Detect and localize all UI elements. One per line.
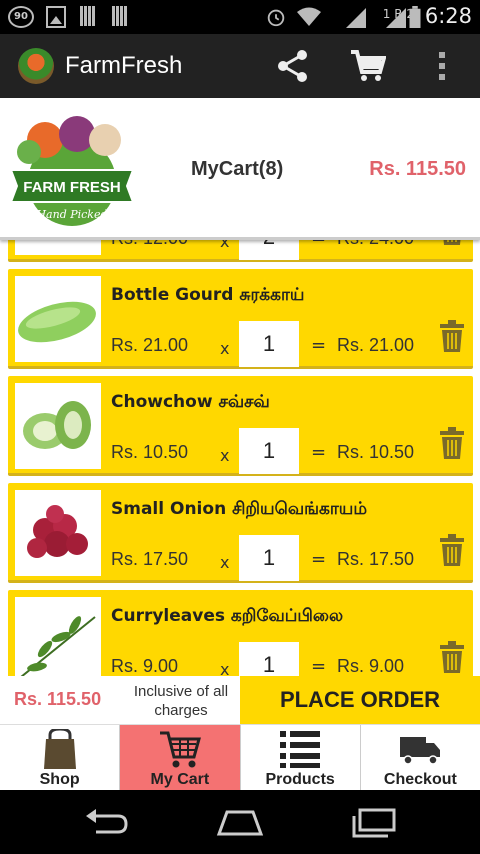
- item-subtotal: Rs. 24.00: [337, 240, 414, 249]
- share-icon[interactable]: [275, 48, 311, 84]
- product-image: [15, 240, 101, 255]
- cart-total: Rs. 115.50: [369, 158, 466, 180]
- back-button-icon[interactable]: [82, 806, 132, 838]
- unit-price: Rs. 21.00: [111, 335, 189, 355]
- multiply-sign: x: [220, 240, 230, 251]
- nav-label-checkout: Checkout: [383, 771, 457, 788]
- unit-price: Rs. 12.00: [111, 240, 188, 249]
- product-image: [15, 490, 101, 576]
- quantity-input[interactable]: [239, 642, 299, 676]
- recent-apps-button-icon[interactable]: [350, 806, 400, 838]
- nav-label-products: Products: [265, 771, 335, 788]
- quantity-input[interactable]: [239, 535, 299, 581]
- app-title: FarmFresh: [65, 52, 183, 79]
- cart-title: MyCart(8): [191, 158, 284, 180]
- system-nav-bar: [0, 790, 480, 854]
- cart-item[interactable]: Chowchow சவ்சவ் Rs. 10.50 x = Rs. 10.50: [8, 376, 473, 476]
- product-image: [15, 597, 101, 676]
- item-subtotal: Rs. 17.50: [337, 549, 415, 569]
- nav-label-my-cart: My Cart: [150, 771, 210, 788]
- multiply-sign: x: [220, 339, 230, 358]
- cell-signal-icon-2: [386, 8, 406, 28]
- cart-item[interactable]: Small Onion சிறியவெங்காயம் Rs. 17.50 x = Rs.…: [8, 483, 473, 583]
- battery-saver-badge: 90: [8, 6, 34, 28]
- cart-item[interactable]: Bottle Gourd சுரக்காய் Rs. 21.00 x = Rs. 21.…: [8, 269, 473, 369]
- item-subtotal: Rs. 21.00: [337, 335, 415, 355]
- product-name: Bottle Gourd சுரக்காய்: [111, 285, 305, 305]
- cart-header: FARM FRESH Hand Picked MyCart(8) Rs. 115…: [0, 98, 480, 240]
- wifi-icon: [297, 7, 321, 26]
- action-bar: FarmFresh: [0, 34, 480, 98]
- equals-sign: =: [311, 335, 327, 356]
- logo-text: FARM FRESH: [23, 179, 121, 196]
- product-image: [15, 276, 101, 362]
- cart-item-list-inner: Rs. 12.00 x = Rs. 24.00 Bottle Gourd சுரக்கா…: [8, 240, 473, 676]
- multiply-sign: x: [220, 553, 230, 572]
- cart-item[interactable]: Rs. 12.00 x = Rs. 24.00: [8, 240, 473, 262]
- cell-signal-icon: [346, 8, 366, 28]
- equals-sign: =: [311, 549, 327, 570]
- product-image: [15, 383, 101, 469]
- delete-icon[interactable]: [440, 240, 464, 245]
- equals-sign: =: [311, 656, 327, 676]
- overflow-menu-icon[interactable]: [436, 50, 448, 82]
- barcode-notification-icon-2: [112, 6, 130, 28]
- order-summary-bar: Rs. 115.50 Inclusive of all charges PLAC…: [0, 676, 480, 724]
- item-subtotal: Rs. 10.50: [337, 442, 415, 462]
- delivery-truck-icon: [400, 737, 441, 765]
- cart-icon[interactable]: [350, 50, 386, 82]
- nav-tab-my-cart[interactable]: My Cart: [120, 725, 241, 791]
- quantity-input[interactable]: [239, 321, 299, 367]
- nav-tab-checkout[interactable]: Checkout: [361, 725, 480, 791]
- unit-price: Rs. 17.50: [111, 549, 189, 569]
- quantity-input[interactable]: [239, 428, 299, 474]
- item-subtotal: Rs. 9.00: [337, 656, 405, 676]
- multiply-sign: x: [220, 446, 230, 465]
- quantity-input[interactable]: [239, 240, 299, 260]
- clock: 6:28: [424, 4, 472, 28]
- logo-subtext: Hand Picked: [35, 208, 107, 221]
- product-name: Chowchow சவ்சவ்: [111, 392, 270, 412]
- battery-icon: [409, 6, 421, 28]
- delete-icon[interactable]: [440, 320, 464, 352]
- list-icon: [280, 731, 321, 768]
- delete-icon[interactable]: [440, 427, 464, 459]
- delete-icon[interactable]: [440, 641, 464, 673]
- nav-tab-shop[interactable]: Shop: [0, 725, 121, 791]
- cart-icon: [159, 731, 201, 768]
- summary-total: Rs. 115.50: [14, 689, 102, 709]
- image-notification-icon: [46, 6, 66, 28]
- equals-sign: =: [311, 240, 326, 249]
- unit-price: Rs. 10.50: [111, 442, 189, 462]
- unit-price: Rs. 9.00: [111, 656, 179, 676]
- product-name: Small Onion சிறியவெங்காயம்: [111, 499, 368, 519]
- app-screen: 90 1 R 2 6:28 FarmFresh FARM FRESH Hand …: [0, 0, 480, 854]
- cart-item[interactable]: Curryleaves கறிவேப்பிலை Rs. 9.00 x = Rs. 9.0…: [8, 590, 473, 676]
- app-logo-icon[interactable]: [18, 48, 54, 84]
- nav-tab-products[interactable]: Products: [241, 725, 361, 791]
- cart-item-list[interactable]: Rs. 12.00 x = Rs. 24.00 Bottle Gourd சுரக்கா…: [0, 240, 480, 676]
- home-button-icon[interactable]: [215, 806, 265, 838]
- nav-label-shop: Shop: [39, 771, 80, 788]
- summary-note: Inclusive of all charges: [133, 683, 229, 719]
- place-order-button[interactable]: PLACE ORDER: [240, 676, 480, 724]
- shopping-bag-icon: [43, 729, 76, 769]
- multiply-sign: x: [220, 660, 230, 676]
- delete-icon[interactable]: [440, 534, 464, 566]
- alarm-icon: [267, 9, 285, 27]
- bottom-nav: Shop My Cart Products Checkout: [0, 724, 480, 791]
- status-bar: 90 1 R 2 6:28: [0, 0, 480, 34]
- equals-sign: =: [311, 442, 327, 463]
- product-name: Curryleaves கறிவேப்பிலை: [111, 606, 344, 626]
- farm-fresh-logo: FARM FRESH Hand Picked: [9, 116, 135, 226]
- barcode-notification-icon: [80, 6, 98, 28]
